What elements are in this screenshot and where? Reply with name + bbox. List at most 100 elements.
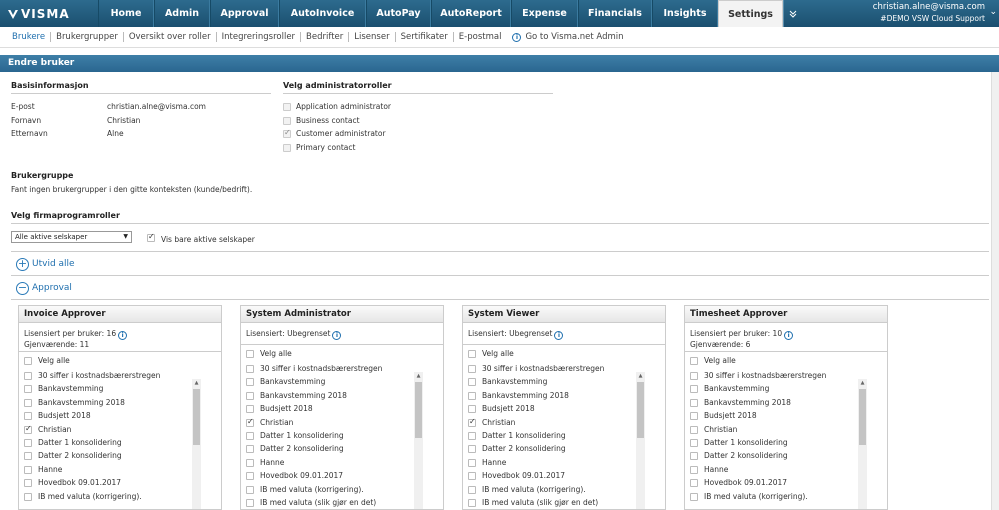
list-item[interactable]: Hovedbok 09.01.2017: [685, 476, 887, 489]
tab-financials[interactable]: Financials: [578, 0, 652, 27]
list-item[interactable]: 30 siffer i kostnadsbærerstregen: [241, 362, 443, 375]
chevron-down-icon[interactable]: ⌄: [989, 7, 997, 17]
company-checkbox[interactable]: [690, 412, 698, 421]
info-icon[interactable]: i: [118, 331, 128, 340]
tab-autopay[interactable]: AutoPay: [366, 0, 431, 27]
visma-admin-link[interactable]: i Go to Visma.net Admin: [512, 32, 624, 42]
list-item[interactable]: Christian: [19, 423, 221, 436]
company-checkbox[interactable]: [690, 372, 698, 380]
list-item[interactable]: Datter 1 konsolidering: [241, 429, 443, 442]
company-checkbox[interactable]: [468, 431, 476, 440]
select-all-checkbox[interactable]: [468, 350, 476, 358]
company-checkbox[interactable]: [468, 458, 476, 467]
list-item[interactable]: 30 siffer i kostnadsbærerstregen: [463, 362, 665, 375]
company-checkbox[interactable]: [24, 385, 32, 394]
select-all-checkbox[interactable]: [690, 357, 698, 365]
company-checkbox[interactable]: [246, 405, 254, 414]
expand-all-plus-icon[interactable]: +: [16, 258, 29, 271]
company-checkbox[interactable]: [246, 472, 254, 481]
list-item[interactable]: Hanne: [685, 463, 887, 476]
company-checkbox[interactable]: [24, 424, 32, 434]
list-item[interactable]: IB med valuta (slik gjør en det): [241, 496, 443, 509]
list-item[interactable]: Bankavstemming: [241, 375, 443, 388]
visma-logo[interactable]: VISMA: [0, 0, 98, 27]
company-checkbox[interactable]: [246, 378, 254, 387]
list-item[interactable]: Hovedbok 09.01.2017: [19, 476, 221, 489]
subnav-item-brukere[interactable]: Brukere: [8, 32, 52, 42]
company-checkbox[interactable]: [24, 372, 32, 380]
select-all-checkbox[interactable]: [246, 350, 254, 358]
list-item[interactable]: Datter 2 konsolidering: [685, 449, 887, 462]
company-checkbox[interactable]: [24, 398, 32, 407]
list-item[interactable]: Bankavstemming: [685, 382, 887, 395]
company-checkbox[interactable]: [246, 445, 254, 454]
tab-autoreport[interactable]: AutoReport: [431, 0, 511, 27]
admin-role-checkbox[interactable]: [283, 128, 291, 138]
scroll-up-icon[interactable]: ▲: [858, 379, 867, 388]
list-item[interactable]: Bankavstemming: [463, 375, 665, 388]
tab-expense[interactable]: Expense: [511, 0, 578, 27]
list-item[interactable]: Datter 1 konsolidering: [685, 436, 887, 449]
company-checkbox[interactable]: [468, 378, 476, 387]
company-checkbox[interactable]: [468, 485, 476, 494]
company-checkbox[interactable]: [246, 365, 254, 373]
subnav-item-e-postmal[interactable]: E-postmal: [454, 32, 507, 42]
list-scrollbar[interactable]: ▲: [636, 372, 645, 509]
list-item[interactable]: Hovedbok 09.01.2017: [241, 469, 443, 482]
list-item[interactable]: Budsjett 2018: [241, 402, 443, 415]
list-item[interactable]: Bankavstemming 2018: [685, 396, 887, 409]
scrollbar-thumb[interactable]: [637, 382, 644, 438]
company-checkbox[interactable]: [246, 458, 254, 467]
list-item[interactable]: Bankavstemming: [19, 382, 221, 395]
approval-section-toggle[interactable]: Approval: [32, 283, 72, 293]
list-item[interactable]: Hanne: [19, 463, 221, 476]
company-checkbox[interactable]: [690, 452, 698, 461]
list-scrollbar[interactable]: ▲: [858, 379, 867, 509]
company-checkbox[interactable]: [24, 452, 32, 461]
company-checkbox[interactable]: [468, 445, 476, 454]
list-item[interactable]: Budsjett 2018: [685, 409, 887, 422]
list-item[interactable]: Christian: [241, 416, 443, 429]
list-item[interactable]: Datter 1 konsolidering: [463, 429, 665, 442]
list-item[interactable]: IB med valuta (korrigering).: [19, 490, 221, 503]
tab-autoinvoice[interactable]: AutoInvoice: [279, 0, 366, 27]
tab-approval[interactable]: Approval: [210, 0, 279, 27]
tab-admin[interactable]: Admin: [154, 0, 210, 27]
list-scrollbar[interactable]: ▲: [192, 379, 201, 509]
company-checkbox[interactable]: [468, 391, 476, 400]
list-item[interactable]: Christian: [685, 423, 887, 436]
subnav-item-bedrifter[interactable]: Bedrifter: [301, 32, 350, 42]
tab-home[interactable]: Home: [98, 0, 154, 27]
company-checkbox[interactable]: [690, 425, 698, 434]
list-item[interactable]: 30 siffer i kostnadsbærerstregen: [19, 369, 221, 382]
select-all-row[interactable]: Velg alle: [241, 345, 443, 362]
list-item[interactable]: 30 siffer i kostnadsbærerstregen: [685, 369, 887, 382]
scrollbar-thumb[interactable]: [415, 382, 422, 438]
select-all-row[interactable]: Velg alle: [463, 345, 665, 362]
list-item[interactable]: Datter 2 konsolidering: [241, 442, 443, 455]
list-item[interactable]: Hovedbok 09.01.2017: [463, 469, 665, 482]
subnav-item-oversikt-over-roller[interactable]: Oversikt over roller: [124, 32, 217, 42]
company-checkbox[interactable]: [246, 391, 254, 400]
select-all-checkbox[interactable]: [24, 357, 32, 365]
list-item[interactable]: Bankavstemming 2018: [19, 396, 221, 409]
tab-insights[interactable]: Insights: [652, 0, 718, 27]
list-item[interactable]: Budsjett 2018: [19, 409, 221, 422]
company-checkbox[interactable]: [690, 465, 698, 474]
subnav-item-brukergrupper[interactable]: Brukergrupper: [51, 32, 124, 42]
company-checkbox[interactable]: [24, 479, 32, 488]
list-item[interactable]: Datter 2 konsolidering: [19, 449, 221, 462]
company-checkbox[interactable]: [246, 498, 254, 507]
list-item[interactable]: IB med valuta (korrigering).: [241, 483, 443, 496]
tab-settings[interactable]: Settings: [718, 0, 783, 27]
company-checkbox[interactable]: [468, 417, 476, 427]
list-item[interactable]: Christian: [463, 416, 665, 429]
select-all-row[interactable]: Velg alle: [19, 352, 221, 369]
scroll-up-icon[interactable]: ▲: [414, 372, 423, 381]
list-item[interactable]: Bankavstemming 2018: [241, 389, 443, 402]
list-item[interactable]: IB med valuta (korrigering).: [685, 490, 887, 503]
scrollbar-thumb[interactable]: [859, 389, 866, 445]
company-checkbox[interactable]: [468, 405, 476, 414]
company-select[interactable]: Alle aktive selskaper ▼: [11, 231, 132, 243]
company-checkbox[interactable]: [468, 365, 476, 373]
